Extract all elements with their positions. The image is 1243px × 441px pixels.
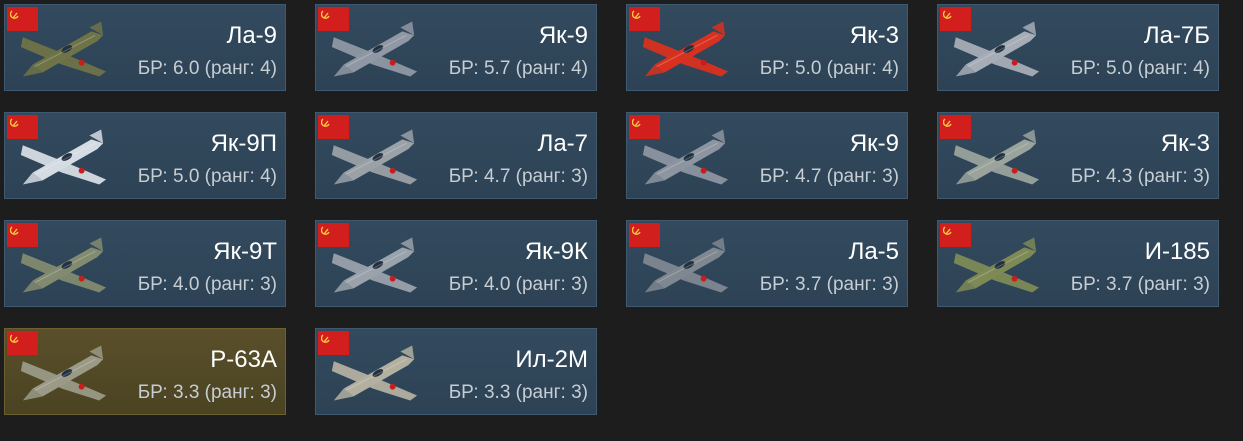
vehicle-br: БР: 4.3 (ранг: 3) [1070,166,1210,187]
plane-icon [331,237,418,293]
vehicle-card[interactable]: Як-9 БР: 4.7 (ранг: 3) [626,112,908,199]
vehicle-name: Як-9Т [213,238,277,265]
vehicle-name: Як-9 [538,22,588,49]
plane-icon [331,21,418,77]
vehicle-name: Ла-9 [226,22,277,49]
vehicle-br: БР: 3.3 (ранг: 3) [137,382,277,403]
plane-icon [953,237,1040,293]
plane-icon [331,129,418,185]
vehicle-name: Ил-2М [515,346,588,373]
vehicle-card[interactable]: Як-9К БР: 4.0 (ранг: 3) [315,220,597,307]
plane-icon [953,129,1040,185]
vehicle-card-premium[interactable]: P-63A БР: 3.3 (ранг: 3) [4,328,286,415]
vehicle-name: И-185 [1144,238,1210,265]
vehicle-card[interactable]: И-185 БР: 3.7 (ранг: 3) [937,220,1219,307]
vehicle-name: P-63A [210,346,277,373]
vehicle-name: Ла-7 [537,130,588,157]
vehicle-name: Ла-5 [848,238,899,265]
plane-icon [642,237,729,293]
vehicle-br: БР: 4.0 (ранг: 3) [137,274,277,295]
vehicle-card[interactable]: Ла-7 БР: 4.7 (ранг: 3) [315,112,597,199]
vehicle-card[interactable]: Ла-9 БР: 6.0 (ранг: 4) [4,4,286,91]
vehicle-card[interactable]: Як-3 БР: 4.3 (ранг: 3) [937,112,1219,199]
vehicle-name: Як-3 [849,22,899,49]
vehicle-name: Як-3 [1160,130,1210,157]
vehicle-card[interactable]: Як-3 БР: 5.0 (ранг: 4) [626,4,908,91]
vehicle-br: БР: 4.7 (ранг: 3) [448,166,588,187]
vehicle-br: БР: 4.7 (ранг: 3) [759,166,899,187]
plane-icon [20,345,107,401]
vehicle-name: Як-9П [210,130,277,157]
vehicle-card[interactable]: Як-9 БР: 5.7 (ранг: 4) [315,4,597,91]
vehicle-br: БР: 6.0 (ранг: 4) [137,58,277,79]
vehicle-br: БР: 4.0 (ранг: 3) [448,274,588,295]
plane-icon [20,237,107,293]
vehicle-card[interactable]: Ла-5 БР: 3.7 (ранг: 3) [626,220,908,307]
vehicle-name: Як-9 [849,130,899,157]
vehicle-card[interactable]: Як-9П БР: 5.0 (ранг: 4) [4,112,286,199]
vehicle-br: БР: 3.3 (ранг: 3) [448,382,588,403]
vehicle-card[interactable]: Ла-7Б БР: 5.0 (ранг: 4) [937,4,1219,91]
vehicle-br: БР: 5.0 (ранг: 4) [137,166,277,187]
vehicle-br: БР: 3.7 (ранг: 3) [1070,274,1210,295]
plane-icon [20,129,107,185]
vehicle-card[interactable]: Як-9Т БР: 4.0 (ранг: 3) [4,220,286,307]
vehicle-br: БР: 3.7 (ранг: 3) [759,274,899,295]
vehicle-br: БР: 5.0 (ранг: 4) [759,58,899,79]
vehicle-card[interactable]: Ил-2М БР: 3.3 (ранг: 3) [315,328,597,415]
plane-icon [20,21,107,77]
plane-icon [642,129,729,185]
vehicle-br: БР: 5.0 (ранг: 4) [1070,58,1210,79]
vehicle-name: Ла-7Б [1143,22,1210,49]
plane-icon [642,21,729,77]
plane-icon [953,21,1040,77]
vehicle-name: Як-9К [524,238,588,265]
plane-icon [331,345,418,401]
vehicle-br: БР: 5.7 (ранг: 4) [448,58,588,79]
